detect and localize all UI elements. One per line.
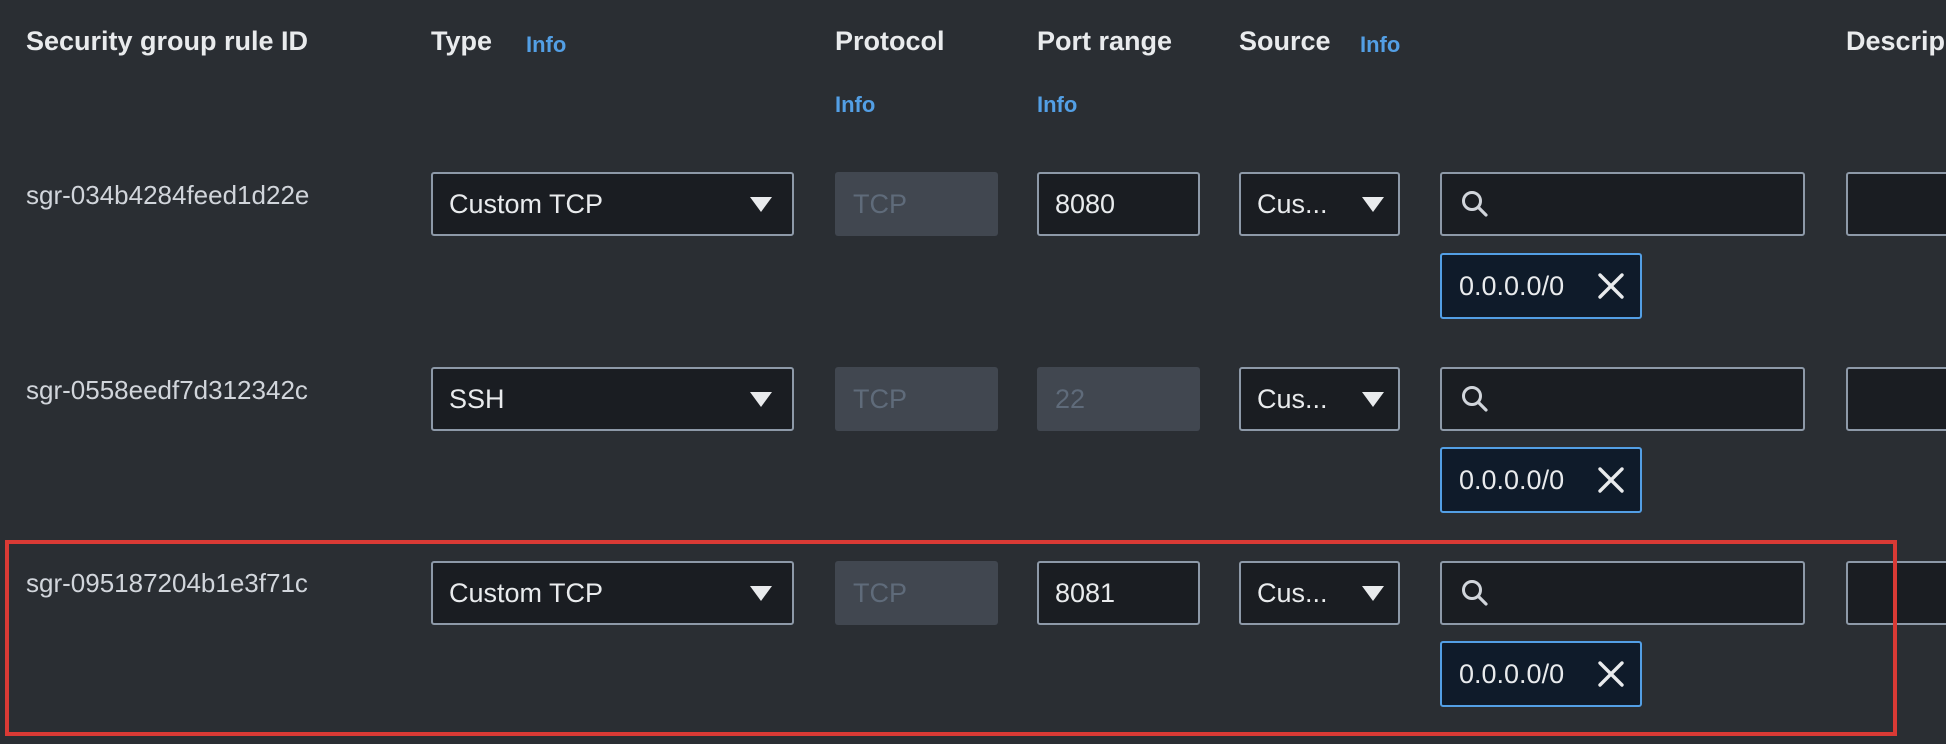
cidr-token-label: 0.0.0.0/0 [1459,270,1565,301]
type-info-link[interactable]: Info [526,32,566,58]
caret-down-icon [750,392,772,407]
protocol-field: TCP [835,172,998,236]
header-source: Source [1239,26,1331,56]
type-select-value: SSH [449,383,505,414]
close-icon[interactable] [1596,465,1626,495]
protocol-value: TCP [853,188,907,219]
rule-id: sgr-034b4284feed1d22e [26,180,310,210]
port-range-info-link[interactable]: Info [1037,92,1077,118]
header-rule-id: Security group rule ID [26,26,309,56]
cidr-token-label: 0.0.0.0/0 [1459,464,1565,495]
type-select-value: Custom TCP [449,188,604,219]
caret-down-icon [1362,392,1384,407]
caret-down-icon [1362,586,1384,601]
protocol-info-link[interactable]: Info [835,92,875,118]
search-icon [1462,580,1488,606]
cidr-token: 0.0.0.0/0 [1440,641,1642,707]
source-select[interactable]: Cus... [1239,561,1400,625]
header-description: Descrip [1846,26,1946,56]
port-range-field: 22 [1037,367,1200,431]
protocol-value: TCP [853,577,907,608]
cidr-search-input[interactable] [1440,367,1805,431]
rule-id: sgr-095187204b1e3f71c [26,568,308,598]
search-icon [1462,386,1488,412]
protocol-value: TCP [853,383,907,414]
source-info-link[interactable]: Info [1360,32,1400,58]
source-select[interactable]: Cus... [1239,172,1400,236]
type-select[interactable]: Custom TCP [431,561,794,625]
type-select[interactable]: SSH [431,367,794,431]
source-select-value: Cus... [1257,577,1328,608]
caret-down-icon [1362,197,1384,212]
description-input[interactable] [1846,367,1946,431]
security-group-rules-editor: Security group rule ID Type Info Protoco… [0,0,1946,744]
cidr-search-input[interactable] [1440,561,1805,625]
cidr-search-input[interactable] [1440,172,1805,236]
cidr-token: 0.0.0.0/0 [1440,253,1642,319]
port-range-value: 22 [1055,383,1086,414]
source-select-value: Cus... [1257,188,1328,219]
caret-down-icon [750,197,772,212]
port-range-value: 8081 [1055,577,1116,608]
rule-id: sgr-0558eedf7d312342c [26,375,308,405]
port-range-input[interactable]: 8080 [1037,172,1200,236]
close-icon[interactable] [1596,659,1626,689]
description-input[interactable] [1846,172,1946,236]
header-protocol: Protocol [835,26,945,56]
cidr-token-label: 0.0.0.0/0 [1459,658,1565,689]
description-input[interactable] [1846,561,1946,625]
cidr-token: 0.0.0.0/0 [1440,447,1642,513]
protocol-field: TCP [835,367,998,431]
type-select[interactable]: Custom TCP [431,172,794,236]
header-port-range: Port range [1037,26,1173,56]
source-select[interactable]: Cus... [1239,367,1400,431]
port-range-value: 8080 [1055,188,1116,219]
protocol-field: TCP [835,561,998,625]
port-range-input[interactable]: 8081 [1037,561,1200,625]
close-icon[interactable] [1596,271,1626,301]
source-select-value: Cus... [1257,383,1328,414]
header-type: Type [431,26,493,56]
type-select-value: Custom TCP [449,577,604,608]
caret-down-icon [750,586,772,601]
search-icon [1462,191,1488,217]
